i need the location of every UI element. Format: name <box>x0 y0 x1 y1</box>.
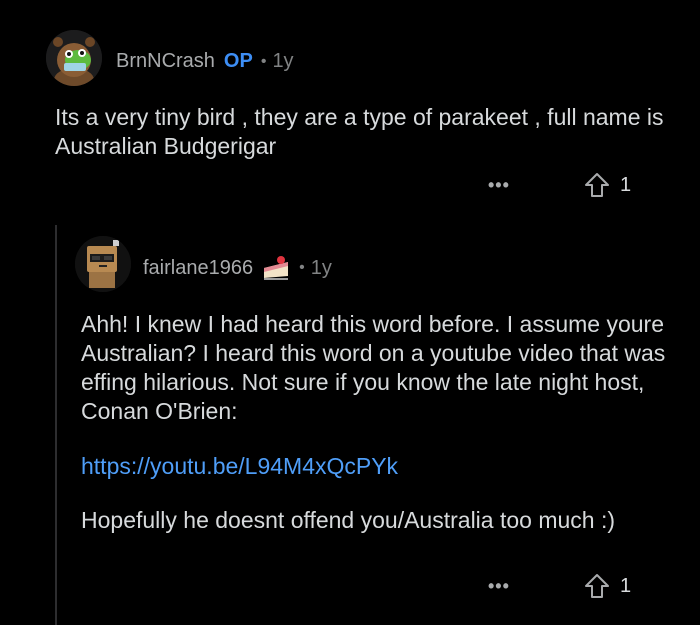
youtube-link[interactable]: https://youtu.be/L94M4xQcPYk <box>81 452 398 481</box>
comment-body-paragraph: Hopefully he doesnt offend you/Australia… <box>81 507 616 533</box>
comment-fairlane1966: fairlane1966 • 1y Ahh! I knew I had hear… <box>57 220 700 623</box>
comment-meta: BrnNCrash OP • 1y <box>116 50 294 73</box>
cake-icon <box>261 254 291 282</box>
comment-body: Its a very tiny bird , they are a type o… <box>55 104 664 159</box>
avatar-brnncrash[interactable] <box>46 30 102 86</box>
comment-age: 1y <box>310 256 332 279</box>
separator-dot: • <box>260 52 267 70</box>
separator-dot: • <box>299 259 305 276</box>
comment-body-paragraph: Ahh! I knew I had heard this word before… <box>81 311 666 424</box>
upvote-arrow-icon[interactable] <box>584 172 610 198</box>
box-robot-avatar-icon <box>75 236 131 292</box>
op-badge: OP <box>223 50 253 72</box>
comment-age: 1y <box>272 50 294 72</box>
more-options-icon[interactable]: ••• <box>488 175 528 196</box>
upvote-arrow-icon[interactable] <box>584 573 610 599</box>
upvote-count: 1 <box>620 574 632 597</box>
frog-avatar-icon <box>46 30 102 86</box>
avatar-fairlane1966[interactable] <box>75 236 131 292</box>
comment-actions: ••• 1 <box>488 573 631 599</box>
username[interactable]: BrnNCrash <box>116 50 215 73</box>
comment-meta: fairlane1966 • 1y <box>143 254 332 282</box>
more-options-icon[interactable]: ••• <box>488 576 528 597</box>
comment-actions: ••• 1 <box>488 172 631 198</box>
upvote-count: 1 <box>620 173 632 196</box>
comment-brnncrash: BrnNCrash OP • 1y Its a very tiny bird ,… <box>0 0 700 220</box>
username[interactable]: fairlane1966 <box>143 257 253 280</box>
